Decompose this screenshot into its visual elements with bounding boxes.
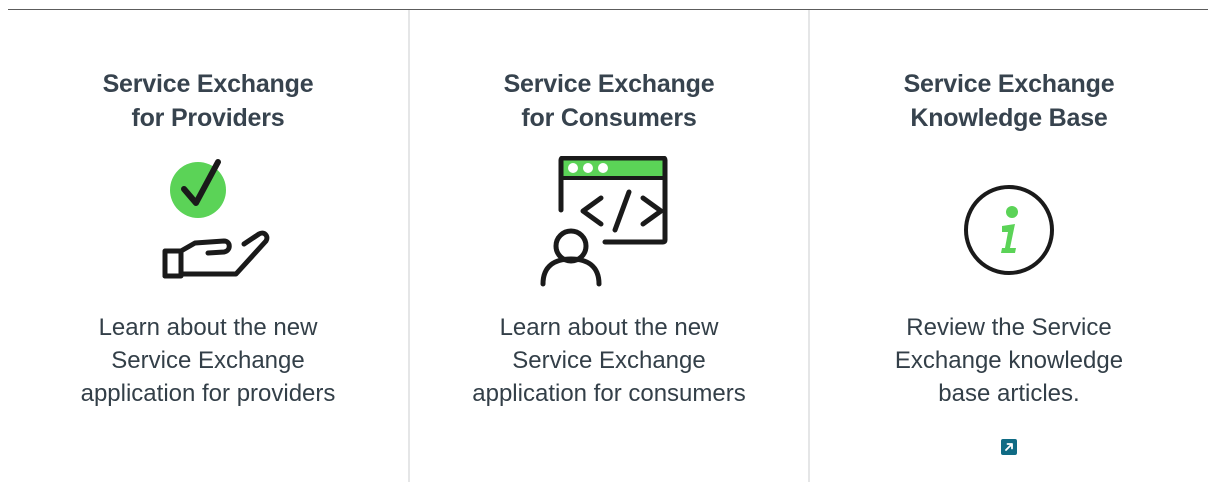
card-title-line: for Providers (131, 104, 285, 132)
card-title-line: Knowledge Base (910, 104, 1108, 132)
card-description-line: Review the Service (906, 314, 1112, 341)
card-title-line: for Consumers (521, 104, 697, 132)
card-description-line: Service Exchange (111, 347, 305, 374)
card-description-line: Learn about the new (499, 314, 719, 341)
card-description-line: Learn about the new (98, 314, 318, 341)
card-description-line: application for providers (80, 380, 336, 407)
card-description: Review the Service Exchange knowledge ba… (830, 311, 1188, 410)
info-icon (939, 156, 1079, 292)
card-description-line: base articles. (938, 380, 1080, 407)
hand-checkmark-icon (138, 156, 278, 292)
card-description-line: Service Exchange (512, 347, 706, 374)
card-title-line: Service Exchange (102, 70, 314, 98)
card-title-line: Service Exchange (903, 70, 1115, 98)
card-title: Service Exchange for Consumers (410, 67, 808, 135)
card-description: Learn about the new Service Exchange app… (28, 311, 388, 410)
open-hand-icon (162, 230, 270, 279)
card-description-line: Exchange knowledge (894, 347, 1124, 374)
card-title-line: Service Exchange (503, 70, 715, 98)
card-title: Service Exchange for Providers (8, 67, 408, 135)
card-row: Service Exchange for Providers Learn abo… (8, 10, 1208, 482)
consumers-card[interactable]: Service Exchange for Consumers Learn abo… (408, 10, 808, 482)
code-brackets-icon (580, 189, 664, 233)
card-description-line: application for consumers (472, 380, 746, 407)
external-link-icon[interactable] (1001, 439, 1017, 455)
code-window-user-icon (539, 155, 679, 292)
card-description: Learn about the new Service Exchange app… (430, 311, 788, 410)
providers-card[interactable]: Service Exchange for Providers Learn abo… (8, 10, 408, 482)
knowledge-base-card[interactable]: Service Exchange Knowledge Base Review t… (808, 10, 1208, 482)
card-title: Service Exchange Knowledge Base (810, 67, 1208, 135)
checkmark-circle (170, 162, 226, 218)
